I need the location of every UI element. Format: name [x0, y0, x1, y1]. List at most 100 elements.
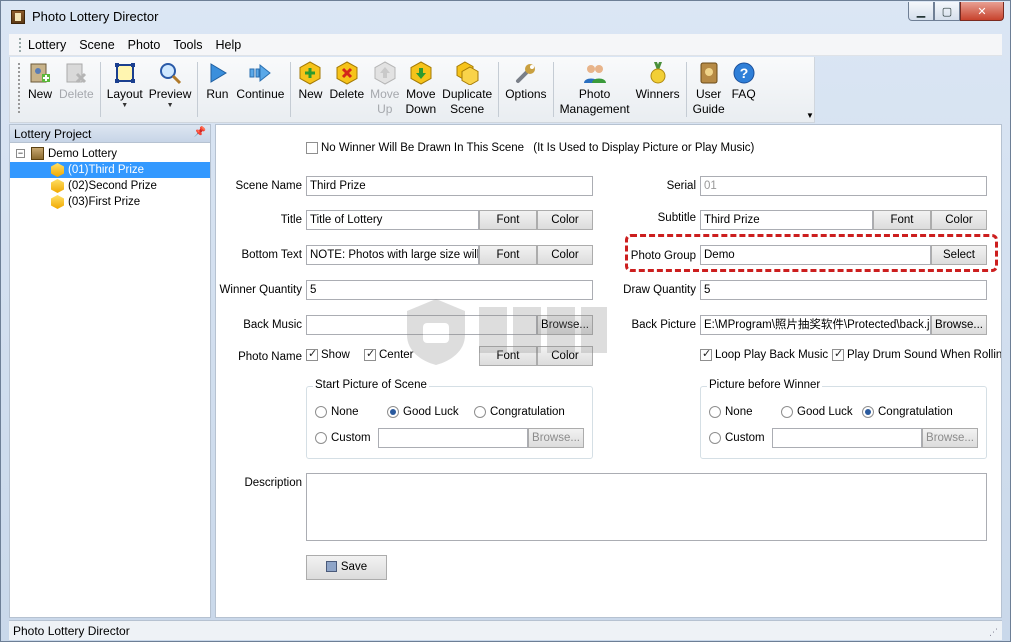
start-congratulation-option[interactable]: Congratulation [474, 406, 565, 418]
faq-label: FAQ [731, 87, 756, 101]
tree-item-second-prize[interactable]: (02)Second Prize [10, 178, 210, 194]
tree-item-first-prize[interactable]: (03)First Prize [10, 194, 210, 210]
menu-lottery[interactable]: Lottery [28, 38, 66, 52]
tree-root[interactable]: − Demo Lottery [10, 146, 210, 162]
user-guide-label: User Guide [692, 87, 725, 116]
toolbar-grip [18, 63, 22, 113]
layout-button[interactable]: Layout ▼ [104, 57, 146, 122]
winner-custom-input[interactable] [772, 428, 922, 448]
drum-sound-checkbox[interactable] [832, 347, 844, 361]
close-button[interactable]: ✕ [960, 2, 1004, 21]
new-lottery-button[interactable]: New [24, 57, 56, 122]
subtitle-font-button[interactable]: Font [873, 210, 931, 230]
minimize-button[interactable]: ▁ [908, 2, 934, 21]
bottom-text-font-button[interactable]: Font [479, 245, 537, 265]
draw-quantity-input[interactable]: 5 [700, 280, 987, 300]
scene-name-label: Scene Name [235, 180, 302, 192]
options-button[interactable]: Options [502, 57, 549, 122]
save-button[interactable]: Save [306, 555, 387, 580]
title-color-button[interactable]: Color [537, 210, 593, 230]
back-picture-input[interactable]: E:\MProgram\照片抽奖软件\Protected\back.jp [700, 315, 931, 335]
photo-management-button[interactable]: Photo Management [557, 57, 633, 122]
start-congratulation-radio[interactable] [474, 406, 486, 418]
description-textarea[interactable] [306, 473, 987, 541]
delete-lottery-label: Delete [59, 87, 94, 101]
title-font-button[interactable]: Font [479, 210, 537, 230]
winner-good-luck-label: Good Luck [797, 406, 853, 419]
back-music-input[interactable] [306, 315, 537, 335]
move-up-icon [374, 61, 396, 85]
start-custom-radio[interactable] [315, 432, 327, 444]
faq-button[interactable]: ? FAQ [728, 57, 760, 122]
bottom-text-color-button[interactable]: Color [537, 245, 593, 265]
help-icon: ? [733, 62, 755, 84]
description-label: Description [244, 477, 302, 489]
center-checkbox[interactable] [364, 347, 376, 361]
menu-scene[interactable]: Scene [79, 38, 114, 52]
start-custom-input[interactable] [378, 428, 528, 448]
show-checkbox[interactable] [306, 347, 318, 361]
photo-name-color-button[interactable]: Color [537, 346, 593, 366]
winner-quantity-input[interactable]: 5 [306, 280, 593, 300]
serial-input[interactable]: 01 [700, 176, 987, 196]
move-down-button[interactable]: Move Down [402, 57, 439, 122]
back-picture-browse-button[interactable]: Browse... [931, 315, 987, 335]
app-icon [11, 10, 25, 24]
move-up-button[interactable]: Move Up [367, 57, 402, 122]
winner-none-option[interactable]: None [709, 406, 753, 418]
subtitle-input[interactable]: Third Prize [700, 210, 873, 230]
winner-good-luck-option[interactable]: Good Luck [781, 406, 853, 418]
title-label: Title [280, 214, 302, 226]
move-up-label: Move Up [370, 87, 400, 116]
start-picture-group: Start Picture of Scene None Good Luck Co… [306, 379, 593, 459]
menu-photo[interactable]: Photo [128, 38, 161, 52]
run-button[interactable]: Run [201, 57, 233, 122]
resize-grip-icon[interactable]: ⋰ [989, 627, 998, 638]
delete-lottery-icon [66, 63, 87, 84]
preview-button[interactable]: Preview ▼ [146, 57, 195, 122]
title-input[interactable]: Title of Lottery [306, 210, 479, 230]
bottom-text-input[interactable]: NOTE: Photos with large size will ma [306, 245, 479, 265]
winner-custom-radio[interactable] [709, 432, 721, 444]
duplicate-scene-button[interactable]: Duplicate Scene [439, 57, 495, 122]
loop-music-checkbox[interactable] [700, 347, 712, 361]
winner-custom-option[interactable]: Custom [709, 432, 765, 444]
tree-item-third-prize[interactable]: (01)Third Prize [10, 162, 210, 178]
new-scene-button[interactable]: New [294, 57, 326, 122]
layout-dropdown-icon[interactable]: ▼ [121, 102, 128, 110]
drum-sound-label: Play Drum Sound When Rolling P [847, 349, 1002, 362]
winner-congratulation-option[interactable]: Congratulation [862, 406, 953, 418]
winner-custom-browse-button[interactable]: Browse... [922, 428, 978, 448]
winner-none-radio[interactable] [709, 406, 721, 418]
photo-group-select-button[interactable]: Select [931, 245, 987, 265]
subtitle-color-button[interactable]: Color [931, 210, 987, 230]
menu-help[interactable]: Help [216, 38, 242, 52]
winners-button[interactable]: Winners [633, 57, 683, 122]
maximize-button[interactable]: ▢ [934, 2, 960, 21]
draw-quantity-label: Draw Quantity [623, 284, 696, 296]
start-good-luck-option[interactable]: Good Luck [387, 406, 459, 418]
pin-icon[interactable]: 📌 [194, 127, 206, 138]
winner-good-luck-radio[interactable] [781, 406, 793, 418]
new-lottery-icon [30, 63, 50, 83]
photo-group-input[interactable]: Demo [700, 245, 931, 265]
back-music-browse-button[interactable]: Browse... [537, 315, 593, 335]
photo-name-font-button[interactable]: Font [479, 346, 537, 366]
delete-scene-button[interactable]: Delete [326, 57, 367, 122]
start-none-option[interactable]: None [315, 406, 359, 418]
no-winner-checkbox[interactable] [306, 142, 318, 154]
start-none-radio[interactable] [315, 406, 327, 418]
start-custom-option[interactable]: Custom [315, 432, 371, 444]
app-window: Photo Lottery Director ▁ ▢ ✕ Lottery Sce… [0, 0, 1011, 642]
delete-lottery-button[interactable]: Delete [56, 57, 97, 122]
preview-dropdown-icon[interactable]: ▼ [167, 102, 174, 110]
collapse-icon[interactable]: − [16, 149, 25, 159]
toolbar-overflow-icon[interactable]: ▼ [806, 111, 814, 120]
start-good-luck-radio[interactable] [387, 406, 399, 418]
menu-tools[interactable]: Tools [173, 38, 202, 52]
winner-congratulation-radio[interactable] [862, 406, 874, 418]
user-guide-button[interactable]: User Guide [690, 57, 728, 122]
start-custom-browse-button[interactable]: Browse... [528, 428, 584, 448]
scene-name-input[interactable]: Third Prize [306, 176, 593, 196]
continue-button[interactable]: Continue [233, 57, 287, 122]
